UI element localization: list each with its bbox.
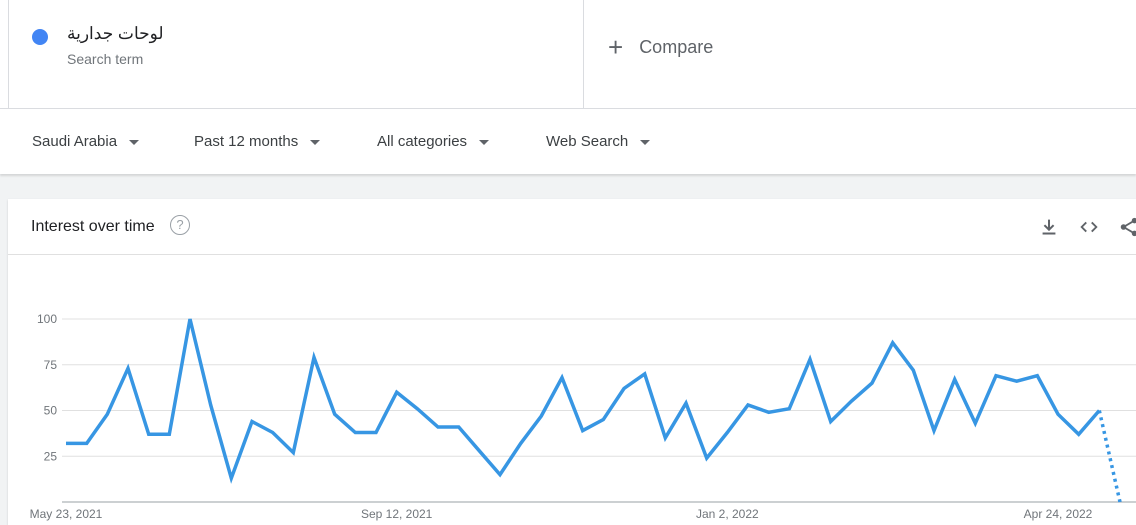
data-point[interactable] bbox=[84, 440, 90, 446]
data-point[interactable] bbox=[580, 428, 586, 434]
y-tick-label: 75 bbox=[44, 358, 58, 372]
data-point[interactable] bbox=[559, 375, 565, 381]
search-term-subtitle: Search term bbox=[67, 51, 144, 67]
caret-down-icon bbox=[310, 139, 321, 145]
data-point[interactable] bbox=[786, 406, 792, 412]
data-point[interactable] bbox=[311, 354, 317, 360]
data-point[interactable] bbox=[745, 402, 751, 408]
filter-location-label: Saudi Arabia bbox=[32, 133, 118, 150]
data-point[interactable] bbox=[166, 431, 172, 437]
x-tick-label: Jan 2, 2022 bbox=[696, 507, 759, 521]
data-point[interactable] bbox=[807, 356, 813, 362]
data-point[interactable] bbox=[125, 365, 131, 371]
search-term-name[interactable]: لوحات جدارية bbox=[67, 24, 164, 44]
compare-button[interactable]: + Compare bbox=[608, 34, 713, 60]
data-point[interactable] bbox=[1117, 499, 1123, 505]
data-point[interactable] bbox=[869, 380, 875, 386]
data-point[interactable] bbox=[373, 429, 379, 435]
data-point[interactable] bbox=[249, 418, 255, 424]
caret-down-icon bbox=[640, 139, 651, 145]
filter-bar: Saudi Arabia Past 12 months All categori… bbox=[0, 109, 1136, 174]
y-tick-label: 25 bbox=[44, 449, 58, 463]
data-point[interactable] bbox=[952, 376, 958, 382]
data-point[interactable] bbox=[104, 411, 110, 417]
data-point[interactable] bbox=[1014, 378, 1020, 384]
x-tick-label: May 23, 2021 bbox=[30, 507, 103, 521]
help-icon[interactable]: ? bbox=[170, 215, 190, 235]
x-tick-label: Apr 24, 2022 bbox=[1024, 507, 1093, 521]
filter-time-label: Past 12 months bbox=[194, 133, 299, 150]
data-point[interactable] bbox=[476, 448, 482, 454]
card-header: Interest over time ? bbox=[8, 199, 1136, 255]
data-point[interactable] bbox=[394, 389, 400, 395]
data-point[interactable] bbox=[1076, 431, 1082, 437]
y-tick-label: 100 bbox=[37, 312, 57, 326]
x-tick-label: Sep 12, 2021 bbox=[361, 507, 433, 521]
data-point[interactable] bbox=[621, 386, 627, 392]
data-point[interactable] bbox=[146, 431, 152, 437]
data-point[interactable] bbox=[704, 455, 710, 461]
compare-label: Compare bbox=[639, 36, 714, 57]
data-point[interactable] bbox=[1034, 373, 1040, 379]
data-point[interactable] bbox=[518, 440, 524, 446]
data-point[interactable] bbox=[910, 367, 916, 373]
data-point[interactable] bbox=[1096, 408, 1102, 414]
interest-line-chart: 25 50 75 100 May 23, 2021 Sep 12, 2021 Jan 2,… bbox=[30, 312, 1136, 521]
search-term-row: لوحات جدارية Search term + Compare bbox=[0, 0, 1136, 109]
data-point[interactable] bbox=[972, 420, 978, 426]
filter-search-type[interactable]: Web Search bbox=[546, 133, 651, 150]
data-point[interactable] bbox=[766, 409, 772, 415]
data-point[interactable] bbox=[228, 475, 234, 481]
data-point[interactable] bbox=[270, 429, 276, 435]
data-point[interactable] bbox=[497, 472, 503, 478]
filter-category-label: All categories bbox=[377, 133, 468, 150]
term-color-dot bbox=[32, 29, 48, 45]
caret-down-icon bbox=[479, 139, 490, 145]
data-point[interactable] bbox=[208, 402, 214, 408]
data-point[interactable] bbox=[662, 435, 668, 441]
data-point[interactable] bbox=[435, 424, 441, 430]
filter-category[interactable]: All categories bbox=[377, 133, 490, 150]
data-point[interactable] bbox=[1055, 411, 1061, 417]
data-point[interactable] bbox=[848, 398, 854, 404]
data-point[interactable] bbox=[600, 417, 606, 423]
data-point[interactable] bbox=[187, 316, 193, 322]
series-line[interactable] bbox=[66, 318, 1101, 484]
data-point[interactable] bbox=[352, 429, 358, 435]
caret-down-icon bbox=[129, 139, 140, 145]
data-point[interactable] bbox=[993, 373, 999, 379]
card-title: Interest over time bbox=[31, 218, 155, 235]
data-point[interactable] bbox=[642, 371, 648, 377]
data-point[interactable] bbox=[290, 450, 296, 456]
y-tick-label: 50 bbox=[44, 404, 58, 418]
data-point[interactable] bbox=[414, 406, 420, 412]
search-term-card[interactable]: لوحات جدارية Search term bbox=[8, 0, 584, 108]
plus-icon: + bbox=[608, 32, 624, 62]
data-point[interactable] bbox=[538, 413, 544, 419]
embed-code-icon[interactable] bbox=[1078, 216, 1100, 238]
data-point[interactable] bbox=[724, 429, 730, 435]
data-point[interactable] bbox=[931, 428, 937, 434]
data-point[interactable] bbox=[63, 440, 69, 446]
data-point[interactable] bbox=[332, 411, 338, 417]
filter-time-range[interactable]: Past 12 months bbox=[194, 133, 321, 150]
data-point[interactable] bbox=[456, 424, 462, 430]
data-point[interactable] bbox=[890, 340, 896, 346]
share-icon[interactable] bbox=[1118, 216, 1136, 238]
interest-over-time-card: Interest over time ? 25 50 75 100 May 23, 2… bbox=[8, 199, 1136, 525]
download-icon[interactable] bbox=[1038, 216, 1060, 238]
filter-search-type-label: Web Search bbox=[546, 133, 629, 150]
filter-location[interactable]: Saudi Arabia bbox=[32, 133, 140, 150]
data-point[interactable] bbox=[828, 418, 834, 424]
data-point[interactable] bbox=[683, 400, 689, 406]
